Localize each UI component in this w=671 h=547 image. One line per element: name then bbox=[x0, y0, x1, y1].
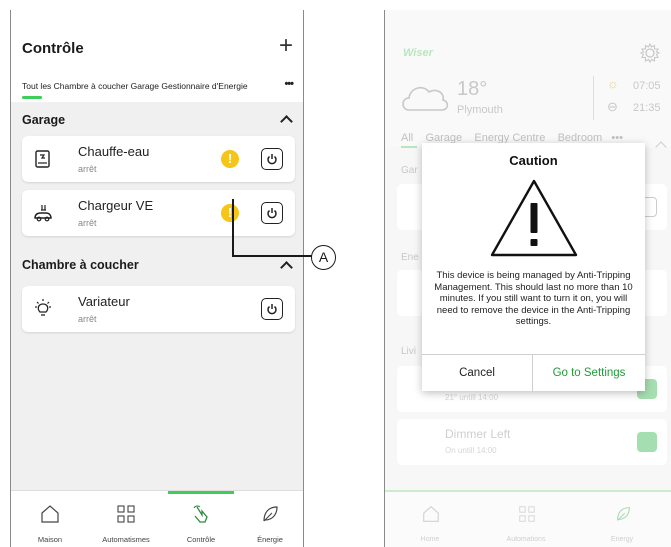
leaf-icon bbox=[617, 507, 630, 521]
warning-triangle-icon bbox=[490, 179, 578, 257]
bottom-nav: Home Automations Energy bbox=[385, 490, 671, 547]
active-tab-indicator bbox=[22, 96, 42, 99]
cancel-button[interactable]: Cancel bbox=[422, 355, 533, 392]
device-card-ev-charger[interactable]: Chargeur VE arrêt ! bbox=[22, 190, 295, 236]
device-status: arrêt bbox=[78, 314, 97, 324]
dialog-title: Caution bbox=[509, 153, 558, 168]
power-button[interactable] bbox=[261, 298, 283, 320]
nav-label: Maison bbox=[37, 535, 63, 544]
dialog-message: This device is being managed by Anti-Tri… bbox=[434, 270, 633, 328]
device-status: 21° untill 14:00 bbox=[445, 393, 499, 402]
section-title-bedroom: Chambre à coucher bbox=[22, 258, 139, 272]
device-name: Variateur bbox=[78, 294, 130, 309]
device-card-water-heater[interactable]: Chauffe-eau arrêt ! bbox=[22, 136, 295, 182]
device-name: Chargeur VE bbox=[78, 198, 154, 213]
nav-label: Énergie bbox=[257, 535, 283, 544]
active-tab-indicator bbox=[401, 146, 417, 148]
device-status: arrêt bbox=[78, 218, 97, 228]
device-name: Chauffe-eau bbox=[78, 144, 150, 159]
nav-label: Automatismes bbox=[102, 535, 150, 544]
more-tabs-button[interactable]: ••• bbox=[284, 78, 294, 90]
page-title: Contrôle bbox=[22, 40, 84, 57]
nav-item-home[interactable]: Home bbox=[385, 492, 475, 547]
grid-icon bbox=[519, 506, 535, 522]
sunset-time: 21:35 bbox=[633, 102, 661, 114]
nav-item-energy[interactable]: Energy bbox=[577, 492, 667, 547]
callout-line bbox=[232, 255, 312, 257]
power-button[interactable] bbox=[637, 432, 657, 452]
leaf-icon bbox=[263, 506, 278, 522]
device-card-dimmer[interactable]: Variateur arrêt bbox=[22, 286, 295, 332]
nav-label: Automations bbox=[506, 536, 546, 543]
warning-icon[interactable]: ! bbox=[221, 204, 239, 222]
nav-item-automations[interactable]: Automations bbox=[481, 492, 571, 547]
active-nav-indicator bbox=[168, 491, 234, 494]
grid-icon bbox=[117, 505, 135, 523]
water-heater-icon bbox=[35, 150, 50, 168]
device-status: On untill 14:00 bbox=[445, 446, 497, 455]
collapse-garage-icon[interactable] bbox=[280, 115, 293, 128]
callout-label: A bbox=[311, 245, 336, 270]
nav-item-automations[interactable]: Automatismes bbox=[93, 491, 159, 547]
home-header: Wiser 18° Plymouth ☼ 07:05 ⊖ 21:35 All G… bbox=[385, 10, 671, 148]
nav-label: Energy bbox=[610, 536, 634, 543]
power-icon bbox=[267, 154, 277, 165]
home-icon bbox=[423, 506, 439, 522]
power-button[interactable] bbox=[261, 148, 283, 170]
temperature: 18° bbox=[457, 78, 488, 100]
tab-all[interactable]: All bbox=[401, 132, 413, 144]
device-card-dimmer-left[interactable]: Dimmer Left On untill 14:00 bbox=[397, 419, 667, 465]
light-bulb-icon bbox=[35, 299, 51, 316]
add-button[interactable]: + bbox=[279, 34, 293, 58]
hand-tap-icon bbox=[193, 505, 208, 523]
power-icon bbox=[267, 208, 277, 219]
device-name: Dimmer Left bbox=[445, 427, 511, 441]
section-title: Livi bbox=[401, 346, 417, 357]
wiser-logo: Wiser bbox=[403, 47, 433, 59]
nav-item-control[interactable]: Contrôle bbox=[168, 491, 234, 547]
ev-charger-icon bbox=[34, 205, 52, 222]
callout-line bbox=[232, 199, 234, 255]
warning-icon[interactable]: ! bbox=[221, 150, 239, 168]
city: Plymouth bbox=[457, 104, 503, 116]
device-status: arrêt bbox=[78, 164, 97, 174]
home-icon bbox=[41, 505, 59, 523]
nav-item-home[interactable]: Maison bbox=[17, 491, 83, 547]
section-title: Ene bbox=[401, 252, 419, 263]
caution-dialog: Caution This device is being managed by … bbox=[422, 143, 645, 392]
room-tabs[interactable]: Tout les Chambre à coucher Garage Gestio… bbox=[22, 81, 248, 91]
nav-label: Contrôle bbox=[186, 535, 216, 544]
sunrise-icon: ☼ bbox=[607, 76, 619, 91]
nav-item-energy[interactable]: Énergie bbox=[237, 491, 303, 547]
cloud-icon bbox=[402, 86, 449, 111]
sunset-icon: ⊖ bbox=[607, 99, 618, 114]
dialog-actions: Cancel Go to Settings bbox=[422, 354, 645, 392]
collapse-bedroom-icon[interactable] bbox=[280, 261, 293, 274]
section-title: Gar bbox=[401, 165, 418, 176]
section-title-garage: Garage bbox=[22, 113, 66, 127]
nav-label: Home bbox=[420, 536, 440, 543]
bottom-nav: Maison Automatismes Contrôle Énergie bbox=[11, 490, 303, 547]
power-button[interactable] bbox=[261, 202, 283, 224]
sunrise-time: 07:05 bbox=[633, 80, 661, 92]
power-icon bbox=[267, 304, 277, 315]
go-to-settings-button[interactable]: Go to Settings bbox=[533, 355, 645, 392]
divider bbox=[593, 76, 594, 120]
header: Contrôle + Tout les Chambre à coucher Ga… bbox=[11, 10, 303, 102]
left-phone-screen: Contrôle + Tout les Chambre à coucher Ga… bbox=[10, 10, 304, 547]
gear-icon[interactable] bbox=[639, 42, 661, 64]
